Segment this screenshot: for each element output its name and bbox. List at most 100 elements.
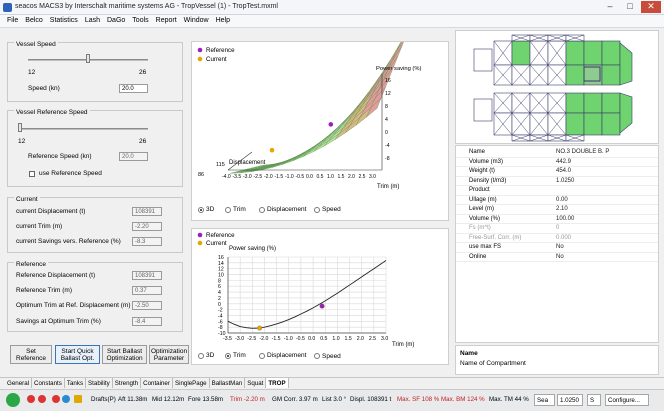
tab-trop[interactable]: TROP (266, 378, 289, 388)
tank-cell (565, 92, 585, 114)
radio-speed-bottom[interactable] (314, 353, 320, 359)
speed-input[interactable]: 20.0 (119, 84, 148, 93)
radio-3d-bottom[interactable] (198, 353, 204, 359)
use-reference-speed-checkbox[interactable] (29, 171, 35, 177)
status-trim: Trim -2.20 m (230, 396, 265, 403)
property-row[interactable]: use max FS No (456, 243, 658, 253)
menu-help[interactable]: Help (216, 15, 237, 27)
menu-statistics[interactable]: Statistics (50, 15, 85, 27)
property-row[interactable]: Product (456, 186, 658, 196)
tank-cell (565, 40, 585, 66)
start-quick-ballast-button[interactable]: Start Quick Ballast Opt. (55, 345, 100, 364)
property-row[interactable]: Level (m) 2.10 (456, 205, 658, 215)
power-saving-curve (227, 260, 387, 329)
opt-param-line1: Optimization (150, 348, 188, 355)
aft-tank (473, 98, 493, 122)
title-bar: seacos MACS3 by Interschalt maritime sys… (0, 0, 664, 15)
tab-tanks[interactable]: Tanks (65, 378, 87, 388)
reference-displacement-value: 108391 (132, 271, 162, 280)
sea-select[interactable]: Sea (534, 394, 555, 406)
x-tick-label: -2.0 (259, 336, 268, 342)
reference-speed-slider[interactable] (18, 123, 22, 132)
tab-ballastman[interactable]: BallastMan (210, 378, 246, 388)
savings-optimum-label: Savings at Optimum Trim (%) (16, 318, 101, 325)
menu-lash[interactable]: Lash (85, 15, 107, 27)
chart-2d-panel: Reference Current Power saving (%) Trim … (191, 228, 449, 365)
menu-tools[interactable]: Tools (132, 15, 155, 27)
vessel-reference-speed-title: Vessel Reference Speed (14, 109, 90, 116)
menu-dago[interactable]: DaGo (107, 15, 132, 27)
radio-speed-label-top: Speed (322, 206, 341, 213)
status-displacement: Displ. 108391 t (350, 396, 392, 403)
x-axis-label-2d: Trim (m) (392, 342, 414, 348)
x-tick-label-3d: 2.0 (348, 174, 355, 180)
vessel-speed-slider[interactable] (86, 54, 90, 63)
tab-constants[interactable]: Constants (32, 378, 65, 388)
minimize-button[interactable]: – (600, 1, 620, 13)
property-row[interactable]: Fs (m^t) 0 (456, 224, 658, 234)
current-displacement-label: current Displacement (t) (16, 208, 86, 215)
z-tick-label-3d: 8 (385, 104, 388, 110)
property-row[interactable]: Weight (t) 454.0 (456, 167, 658, 177)
reference-title: Reference (14, 261, 48, 268)
x-tick-label: -3.0 (235, 336, 244, 342)
menu-report[interactable]: Report (156, 15, 184, 27)
property-key: Free-Surf. Corr. (m) (469, 234, 522, 241)
radio-trim-top[interactable] (225, 207, 231, 213)
property-row[interactable]: Volume (m3) 442.9 (456, 158, 658, 167)
radio-displacement-label-top: Displacement (267, 206, 307, 213)
vessel-speed-min: 12 (28, 69, 36, 76)
radio-3d-top[interactable] (198, 207, 204, 213)
property-row[interactable]: Volume (%) 100.00 (456, 215, 658, 224)
optimization-parameter-button[interactable]: Optimization Parameter (149, 345, 189, 364)
start-quick-line2: Ballast Opt. (60, 355, 95, 362)
tab-stability[interactable]: Stability (86, 378, 113, 388)
alarm-icon-3 (52, 395, 60, 403)
radio-speed-top[interactable] (314, 207, 320, 213)
opt-param-line2: Parameter (153, 355, 185, 362)
property-row[interactable]: Free-Surf. Corr. (m) 0.000 (456, 234, 658, 243)
x-tick-label: 0.0 (308, 336, 315, 342)
menu-belco[interactable]: Belco (25, 15, 50, 27)
tab-squat[interactable]: Squat (245, 378, 267, 388)
configure-button[interactable]: Configure... (605, 394, 649, 406)
property-value: 1.0250 (556, 177, 575, 184)
property-value: 0.00 (556, 196, 568, 203)
x-tick-label: 0.5 (320, 336, 327, 342)
menu-bar: File Belco Statistics Lash DaGo Tools Re… (0, 15, 664, 28)
property-row[interactable]: Online No (456, 253, 658, 262)
tank-cell (601, 112, 621, 136)
radio-displacement-top[interactable] (259, 207, 265, 213)
set-reference-button[interactable]: Set Reference (10, 345, 52, 364)
s-select[interactable]: S (587, 394, 601, 406)
menu-file[interactable]: File (7, 15, 25, 27)
property-row[interactable]: Ullage (m) 0.00 (456, 196, 658, 205)
use-reference-speed-label: use Reference Speed (39, 170, 102, 177)
tab-general[interactable]: General (5, 378, 33, 388)
tank-cell (511, 40, 531, 66)
property-row[interactable]: Density (t/m3) 1.0250 (456, 177, 658, 186)
tab-container[interactable]: Container (141, 378, 173, 388)
property-row[interactable]: Name NO.3 DOUBLE B. P (456, 148, 658, 158)
current-savings-label: current Savings vers. Reference (%) (16, 238, 121, 245)
property-key: Ullage (m) (469, 196, 497, 203)
density-input[interactable]: 1.0250 (557, 394, 583, 406)
savings-optimum-value: -8.4 (132, 317, 162, 326)
tab-singlepage[interactable]: SinglePage (173, 378, 210, 388)
tab-strength[interactable]: Strength (113, 378, 142, 388)
radio-displacement-label-bottom: Displacement (267, 352, 307, 359)
z-axis-label-3d: Power saving (%) (376, 66, 421, 72)
status-drafts: Drafts(P) (91, 396, 116, 403)
left-panel: Vessel Speed 12 26 Speed (kn) 20.0 Vesse… (5, 30, 189, 366)
close-button[interactable]: ✕ (641, 1, 661, 13)
menu-window[interactable]: Window (184, 15, 216, 27)
series-point-current (257, 325, 263, 331)
maximize-button[interactable]: □ (620, 1, 640, 13)
radio-displacement-bottom[interactable] (259, 353, 265, 359)
reference-speed-input[interactable]: 20.0 (119, 152, 148, 161)
radio-trim-bottom[interactable] (225, 353, 231, 359)
ship-tank-view[interactable] (455, 30, 659, 144)
radio-speed-label-bottom: Speed (322, 353, 341, 360)
x-tick-label: -0.5 (296, 336, 305, 342)
start-ballast-optimization-button[interactable]: Start Ballast Optimization (102, 345, 147, 364)
